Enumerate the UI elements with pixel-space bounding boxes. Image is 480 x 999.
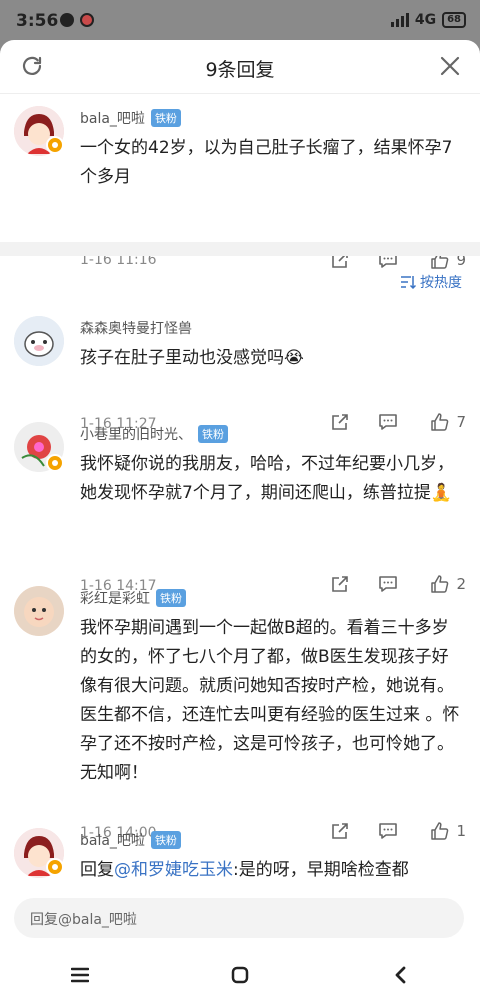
- author-name: 森森奥特曼打怪兽: [80, 321, 192, 337]
- verified-badge-icon: [46, 136, 64, 154]
- sheet-title: 9条回复: [205, 59, 275, 81]
- fan-badge: 铁粉: [198, 425, 228, 443]
- status-bar: 3:56 4G 68: [0, 0, 480, 42]
- comment-author[interactable]: 森森奥特曼打怪兽: [80, 318, 192, 338]
- menu-icon: [71, 967, 89, 982]
- wechat-icon: [60, 13, 74, 27]
- sort-label: 按热度: [420, 275, 462, 291]
- reply-item: 小巷里的旧时光、 铁粉 我怀疑你说的我朋友，哈哈，不过年纪要小几岁，她发现怀孕就…: [0, 412, 480, 594]
- home-icon: [231, 966, 249, 983]
- comment-author[interactable]: 彩红是彩虹 铁粉: [80, 588, 186, 608]
- system-nav-bar: [0, 950, 480, 999]
- reply-item: bala_吧啦 铁粉 回复@和罗婕吃玉米:是的呀，早期啥检查都: [0, 816, 480, 896]
- fan-badge: 铁粉: [156, 589, 186, 607]
- back-button[interactable]: [380, 955, 420, 995]
- author-name: 彩红是彩虹: [80, 591, 150, 607]
- main-comment: bala_吧啦 铁粉 一个女的42岁，以为自己肚子长瘤了，结果怀孕7个多月 1-…: [0, 94, 480, 269]
- verified-badge-icon: [46, 454, 64, 472]
- comment-text: 一个女的42岁，以为自己肚子长瘤了，结果怀孕7个多月: [80, 138, 453, 187]
- menu-button[interactable]: [60, 955, 100, 995]
- notification-icons: [60, 13, 94, 27]
- author-name: 小巷里的旧时光、: [80, 427, 192, 443]
- signal-icon: [390, 13, 409, 27]
- reply-item: 彩红是彩虹 铁粉 我怀孕期间遇到一个一起做B超的。看着三十多岁的女的，怀了七八个…: [0, 574, 480, 841]
- fan-badge: 铁粉: [150, 831, 181, 849]
- fan-badge: 铁粉: [150, 109, 181, 127]
- comment-author[interactable]: bala_吧啦 铁粉: [80, 830, 181, 850]
- comment-author[interactable]: 小巷里的旧时光、 铁粉: [80, 424, 228, 444]
- reply-input[interactable]: 回复@bala_吧啦: [14, 898, 464, 938]
- comment-text: 我怀疑你说的我朋友，哈哈，不过年纪要小几岁，她发现怀孕就7个月了，期间还爬山，练…: [80, 454, 454, 503]
- comment-text: 我怀孕期间遇到一个一起做B超的。看着三十多岁的女的，怀了七八个月了都，做B医生发…: [80, 618, 460, 783]
- replies-sheet: 9条回复 bala_吧啦 铁粉 一个女的42岁，以为自己肚子长瘤了，结果怀孕7个…: [0, 40, 480, 999]
- author-name: bala_吧啦: [80, 111, 145, 127]
- home-button[interactable]: [220, 955, 260, 995]
- sort-by-popularity-button[interactable]: 按热度: [400, 272, 462, 292]
- app-notification-icon: [80, 13, 94, 27]
- sheet-header: 9条回复: [0, 40, 480, 94]
- battery-icon: 68: [442, 12, 466, 28]
- reply-body: :是的呀，早期啥检查都: [233, 860, 409, 880]
- status-time: 3:56: [16, 11, 59, 31]
- status-right: 4G 68: [390, 12, 466, 28]
- avatar[interactable]: [14, 316, 64, 366]
- back-icon: [395, 966, 406, 983]
- comment-text: 回复@和罗婕吃玉米:是的呀，早期啥检查都: [80, 856, 464, 885]
- network-type: 4G: [414, 12, 437, 28]
- verified-badge-icon: [46, 858, 64, 876]
- section-divider: [0, 242, 480, 256]
- comment-author[interactable]: bala_吧啦 铁粉: [80, 108, 181, 128]
- author-name: bala_吧啦: [80, 833, 145, 849]
- comment-text: 孩子在肚子里动也没感觉吗😭: [80, 348, 304, 368]
- mention-link[interactable]: @和罗婕吃玉米: [114, 860, 233, 880]
- avatar[interactable]: [14, 586, 64, 636]
- sort-icon: [401, 276, 416, 290]
- reply-prefix: 回复: [80, 860, 114, 880]
- close-icon[interactable]: [438, 54, 462, 78]
